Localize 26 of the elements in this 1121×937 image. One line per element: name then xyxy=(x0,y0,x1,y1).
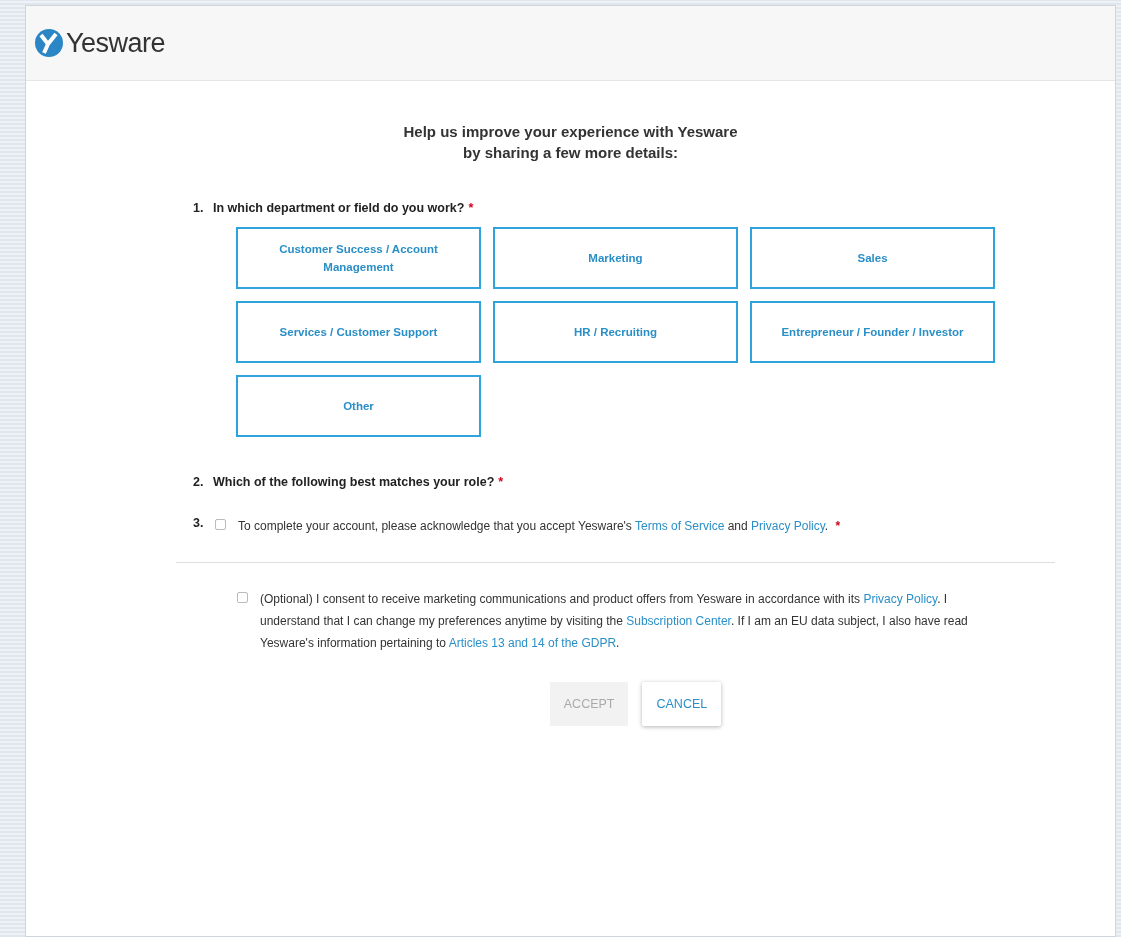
link[interactable]: Subscription Center xyxy=(626,614,731,628)
option-button[interactable]: Other xyxy=(236,375,481,437)
question-text: In which department or field do you work? xyxy=(213,201,465,215)
consent-text: (Optional) I consent to receive marketing communications and product offers from Yesware in accordance with its Privacy Policy. I understand that I can change my preferences anytime by visiting the Subscription Center. If I am an EU data subject, I also have read Yesware's information pertaining to Articles 13 and 14 of the GDPR. xyxy=(260,591,969,652)
option-button[interactable]: Marketing xyxy=(493,227,738,289)
question-text: Which of the following best matches your role? xyxy=(213,475,495,489)
option-button[interactable]: Entrepreneur / Founder / Investor xyxy=(750,301,995,363)
terms-text: To complete your account, please acknowledge that you accept Yesware's Terms of Service and Privacy Policy. * xyxy=(238,518,842,535)
option-button[interactable]: Sales xyxy=(750,227,995,289)
option-button[interactable]: Services / Customer Support xyxy=(236,301,481,363)
question-number: 2. xyxy=(193,475,205,489)
link[interactable]: Terms of Service xyxy=(635,519,725,533)
question-number: 3. xyxy=(193,515,205,530)
action-button[interactable]: CANCEL xyxy=(642,682,722,726)
logo-text: Yesware xyxy=(66,27,166,59)
intro-text: Help us improve your experience with Yesware xyxy=(402,122,739,142)
checkbox[interactable] xyxy=(237,592,248,603)
option-button[interactable]: Customer Success / Account Management xyxy=(236,227,481,289)
intro-text: by sharing a few more details: xyxy=(461,143,680,163)
required-mark: * xyxy=(468,201,474,215)
link[interactable]: Privacy Policy xyxy=(751,519,825,533)
question-number: 1. xyxy=(193,201,205,215)
option-button[interactable]: HR / Recruiting xyxy=(493,301,738,363)
logo-icon xyxy=(34,28,64,58)
checkbox[interactable] xyxy=(215,519,226,530)
required-mark: * xyxy=(498,475,504,489)
